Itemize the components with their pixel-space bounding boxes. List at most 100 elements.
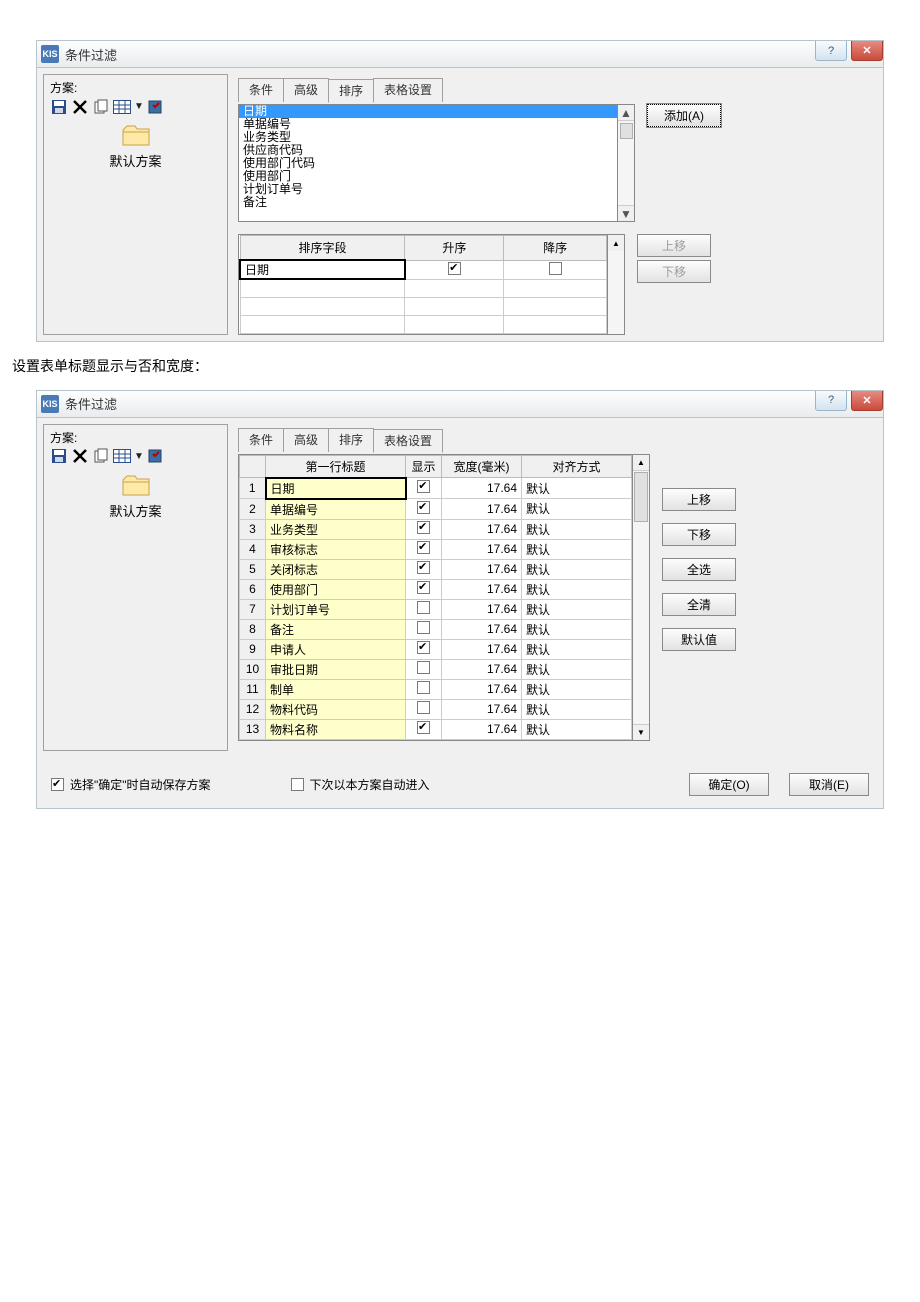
- listbox-scrollbar[interactable]: ▲ ▼: [618, 104, 635, 222]
- movedown-button[interactable]: 下移: [662, 523, 736, 546]
- fields-row[interactable]: 12物料代码17.64默认: [240, 699, 632, 719]
- grid-icon[interactable]: [113, 448, 131, 465]
- fields-row[interactable]: 11制单17.64默认: [240, 679, 632, 699]
- sort-grid[interactable]: 排序字段 升序 降序 日期: [238, 234, 608, 335]
- show-checkbox[interactable]: [417, 621, 430, 634]
- tab-tablesetup[interactable]: 表格设置: [373, 78, 443, 102]
- moveup-button[interactable]: 上移: [637, 234, 711, 257]
- listbox-item[interactable]: 日期: [239, 105, 617, 118]
- show-checkbox[interactable]: [417, 561, 430, 574]
- scheme-item-label: 默认方案: [109, 501, 161, 520]
- fields-header-width: 宽度(毫米): [442, 455, 522, 478]
- titlebar-1: KIS 条件过滤 ? ✕: [36, 40, 884, 68]
- folder-icon: [122, 475, 150, 497]
- fields-row[interactable]: 10审批日期17.64默认: [240, 659, 632, 679]
- show-checkbox[interactable]: [417, 701, 430, 714]
- scheme-panel: 方案: ▼: [43, 424, 228, 751]
- autoopen-label: 下次以本方案自动进入: [310, 776, 430, 793]
- fields-row[interactable]: 13物料名称17.64默认: [240, 719, 632, 739]
- refresh-icon[interactable]: [147, 448, 165, 465]
- listbox-item[interactable]: 单据编号: [239, 118, 617, 131]
- show-checkbox[interactable]: [417, 581, 430, 594]
- window-title: 条件过滤: [65, 394, 117, 413]
- sort-row[interactable]: [240, 315, 607, 333]
- show-checkbox[interactable]: [417, 641, 430, 654]
- autoopen-checkbox[interactable]: [291, 778, 304, 791]
- scheme-item-default[interactable]: 默认方案: [50, 125, 221, 170]
- copy-icon[interactable]: [92, 98, 110, 115]
- fields-row[interactable]: 2单据编号17.64默认: [240, 499, 632, 520]
- fields-row[interactable]: 3业务类型17.64默认: [240, 519, 632, 539]
- save-icon[interactable]: [50, 98, 68, 115]
- show-checkbox[interactable]: [417, 521, 430, 534]
- delete-icon[interactable]: [71, 448, 89, 465]
- autosave-label: 选择"确定"时自动保存方案: [70, 776, 211, 793]
- show-checkbox[interactable]: [417, 480, 430, 493]
- close-button[interactable]: ✕: [851, 41, 883, 61]
- save-icon[interactable]: [50, 448, 68, 465]
- show-checkbox[interactable]: [417, 721, 430, 734]
- tab-tablesetup[interactable]: 表格设置: [373, 429, 443, 453]
- add-button[interactable]: 添加(A): [647, 104, 721, 127]
- scheme-label: 方案:: [50, 429, 221, 446]
- tab-bar-1: 条件 高级 排序 表格设置: [238, 78, 871, 102]
- tab-sort[interactable]: 排序: [328, 79, 374, 103]
- selectall-button[interactable]: 全选: [662, 558, 736, 581]
- listbox-item[interactable]: 使用部门代码: [239, 157, 617, 170]
- listbox-item[interactable]: 备注: [239, 196, 617, 209]
- show-checkbox[interactable]: [417, 681, 430, 694]
- tab-advanced[interactable]: 高级: [283, 428, 329, 452]
- dropdown-icon[interactable]: ▼: [134, 451, 144, 462]
- fields-grid-scrollbar[interactable]: ▲ ▼: [633, 454, 650, 741]
- app-icon: KIS: [41, 395, 59, 413]
- scheme-label: 方案:: [50, 79, 221, 96]
- window-title: 条件过滤: [65, 45, 117, 64]
- close-button[interactable]: ✕: [851, 391, 883, 411]
- fields-grid[interactable]: 第一行标题 显示 宽度(毫米) 对齐方式 1日期17.64默认2单据编号17.6…: [238, 454, 633, 741]
- caption-between: 设置表单标题显示与否和宽度：: [0, 342, 920, 390]
- tab-sort[interactable]: 排序: [328, 428, 374, 452]
- show-checkbox[interactable]: [417, 501, 430, 514]
- sort-header-asc: 升序: [405, 236, 504, 261]
- delete-icon[interactable]: [71, 98, 89, 115]
- folder-icon: [122, 125, 150, 147]
- scheme-item-default[interactable]: 默认方案: [50, 475, 221, 520]
- fields-row[interactable]: 5关闭标志17.64默认: [240, 559, 632, 579]
- show-checkbox[interactable]: [417, 601, 430, 614]
- fields-listbox[interactable]: 日期单据编号业务类型供应商代码使用部门代码使用部门计划订单号备注: [238, 104, 618, 222]
- ok-button[interactable]: 确定(O): [689, 773, 769, 796]
- default-button[interactable]: 默认值: [662, 628, 736, 651]
- titlebar-2: KIS 条件过滤 ? ✕: [36, 390, 884, 418]
- cancel-button[interactable]: 取消(E): [789, 773, 869, 796]
- clearall-button[interactable]: 全清: [662, 593, 736, 616]
- fields-header-align: 对齐方式: [522, 455, 632, 478]
- sort-row[interactable]: [240, 279, 607, 297]
- tab-conditions[interactable]: 条件: [238, 428, 284, 452]
- fields-row[interactable]: 9申请人17.64默认: [240, 639, 632, 659]
- fields-header-title: 第一行标题: [266, 455, 406, 478]
- fields-row[interactable]: 7计划订单号17.64默认: [240, 599, 632, 619]
- tab-advanced[interactable]: 高级: [283, 78, 329, 102]
- tab-conditions[interactable]: 条件: [238, 78, 284, 102]
- sort-row[interactable]: 日期: [240, 260, 607, 279]
- movedown-button[interactable]: 下移: [637, 260, 711, 283]
- sort-header-desc: 降序: [504, 236, 607, 261]
- show-checkbox[interactable]: [417, 541, 430, 554]
- help-button[interactable]: ?: [815, 391, 847, 411]
- tab-bar-2: 条件 高级 排序 表格设置: [238, 428, 871, 452]
- fields-row[interactable]: 8备注17.64默认: [240, 619, 632, 639]
- fields-row[interactable]: 6使用部门17.64默认: [240, 579, 632, 599]
- autosave-checkbox[interactable]: [51, 778, 64, 791]
- fields-row[interactable]: 1日期17.64默认: [240, 478, 632, 499]
- sort-row[interactable]: [240, 297, 607, 315]
- listbox-item[interactable]: 计划订单号: [239, 183, 617, 196]
- help-button[interactable]: ?: [815, 41, 847, 61]
- dropdown-icon[interactable]: ▼: [134, 101, 144, 112]
- moveup-button[interactable]: 上移: [662, 488, 736, 511]
- show-checkbox[interactable]: [417, 661, 430, 674]
- copy-icon[interactable]: [92, 448, 110, 465]
- sort-grid-scrollbar[interactable]: ▲: [608, 234, 625, 335]
- refresh-icon[interactable]: [147, 98, 165, 115]
- grid-icon[interactable]: [113, 98, 131, 115]
- fields-row[interactable]: 4审核标志17.64默认: [240, 539, 632, 559]
